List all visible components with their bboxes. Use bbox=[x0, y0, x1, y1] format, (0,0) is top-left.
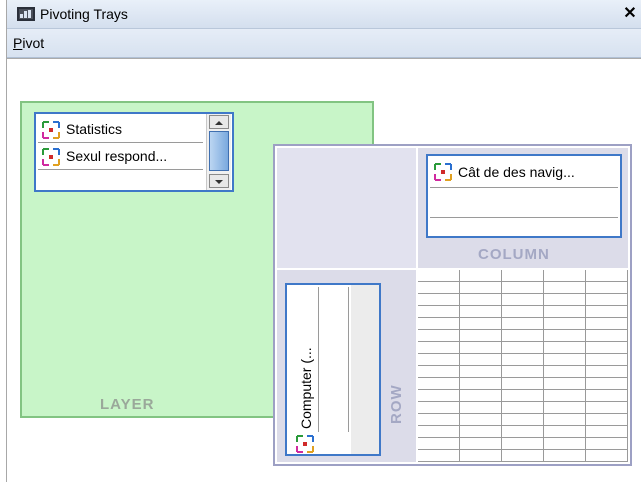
column-list[interactable]: Cât de des navig... bbox=[426, 154, 622, 238]
layer-scrollbar[interactable] bbox=[206, 114, 231, 190]
scroll-down-arrow[interactable] bbox=[209, 174, 229, 188]
close-button[interactable]: ✕ bbox=[621, 5, 639, 23]
row-item-label: Computer (... bbox=[298, 347, 314, 429]
layer-item-label: Sexul respond... bbox=[66, 148, 168, 164]
menu-pivot-label: ivot bbox=[22, 35, 45, 51]
corner-area bbox=[277, 148, 416, 268]
pivot-dimension-icon bbox=[42, 121, 60, 139]
row-empty-slot bbox=[319, 287, 349, 432]
layer-item-sex[interactable]: Sexul respond... bbox=[38, 143, 203, 170]
layer-item-statistics[interactable]: Statistics bbox=[38, 116, 203, 143]
menu-pivot[interactable]: Pivot bbox=[13, 35, 44, 51]
scroll-thumb[interactable] bbox=[209, 131, 229, 171]
column-tray-label: COLUMN bbox=[478, 246, 550, 263]
app-icon bbox=[17, 7, 35, 21]
pivot-dimension-icon bbox=[296, 435, 314, 453]
row-list[interactable]: Computer (... bbox=[285, 283, 381, 456]
column-item-navig[interactable]: Cât de des navig... bbox=[430, 158, 618, 188]
column-empty-slot bbox=[430, 188, 618, 218]
menu-bar: Pivot bbox=[7, 29, 641, 58]
pivot-dimension-icon bbox=[434, 163, 452, 181]
data-cell-grid bbox=[418, 270, 628, 462]
row-tray-label: ROW bbox=[388, 384, 405, 424]
scroll-up-arrow[interactable] bbox=[209, 115, 229, 129]
layer-tray-label: LAYER bbox=[100, 396, 155, 413]
title-bar: Pivoting Trays ✕ bbox=[7, 0, 641, 29]
window-title: Pivoting Trays bbox=[40, 6, 128, 22]
column-item-label: Cât de des navig... bbox=[458, 164, 575, 180]
layer-item-label: Statistics bbox=[66, 121, 123, 137]
row-item-computer[interactable]: Computer (... bbox=[289, 287, 319, 453]
arrow-down-icon bbox=[215, 180, 223, 184]
menu-pivot-mnemonic: P bbox=[13, 35, 23, 51]
layer-list[interactable]: Statistics Sexul respond... bbox=[34, 112, 234, 192]
row-list-gutter bbox=[351, 285, 379, 454]
pivot-dimension-icon bbox=[42, 148, 60, 166]
arrow-up-icon bbox=[215, 121, 223, 125]
